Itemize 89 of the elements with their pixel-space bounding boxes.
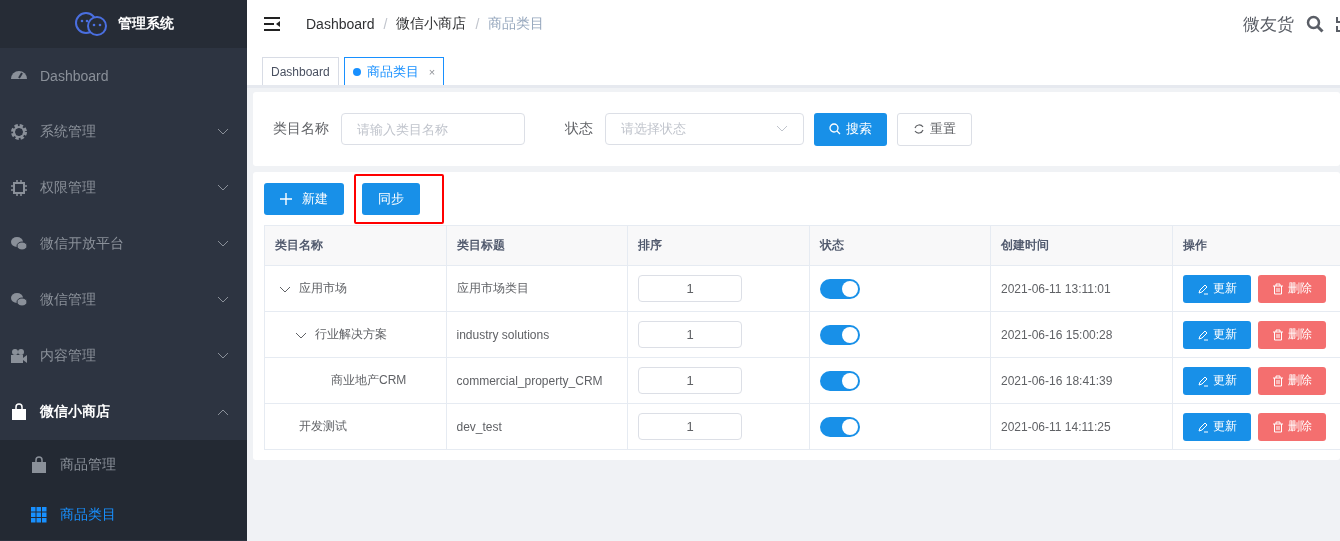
sync-button[interactable]: 同步 [362,182,420,215]
input-field[interactable]: 请输入类目名称 [341,113,525,145]
table-cell: dev_test [446,403,628,450]
toggle-switch[interactable] [819,278,860,299]
delete-button[interactable]: 删除 [1257,366,1326,395]
close-icon[interactable]: × [428,65,436,78]
column-header: 类目名称 [264,225,446,266]
toggle-switch[interactable] [819,416,860,437]
sidebar-item[interactable]: Dashboard [0,48,247,104]
column-header: 类目标题 [446,225,628,266]
chip-icon [10,179,28,197]
edit-button[interactable]: 更新 [1182,274,1251,303]
pencil-icon [1196,374,1209,387]
toggle-switch[interactable] [819,370,860,391]
refresh-icon [913,123,925,135]
tab[interactable]: Dashboard [262,57,339,85]
chevron-down-icon [217,296,229,304]
column-header: 状态 [809,225,991,266]
edit-button[interactable]: 更新 [1182,320,1251,349]
search-icon [1306,15,1324,33]
breadcrumb-link[interactable]: 微信小商店 [396,15,467,33]
chevron-down-icon [217,128,229,136]
submenu-item[interactable]: 商品类目 [0,490,247,540]
table-cell: 2021-06-11 14:11:25 [990,403,1172,450]
sort-input[interactable]: 1 [638,413,742,440]
new-button[interactable]: 新建 [264,182,344,215]
trash-icon [1271,374,1284,387]
reset-button[interactable]: 重置 [897,112,972,146]
menu-icon [263,17,281,31]
delete-button[interactable]: 删除 [1257,274,1326,303]
breadcrumb-link[interactable]: Dashboard [306,16,375,32]
column-header: 创建时间 [990,225,1172,266]
breadcrumb-separator: / [383,16,388,32]
table-cell: 应用市场类目 [446,265,628,312]
chevron-up-icon [217,408,229,416]
delete-button[interactable]: 删除 [1257,412,1326,441]
table-cell: 2021-06-16 15:00:28 [990,311,1172,358]
pencil-icon [1196,420,1209,433]
edit-button[interactable]: 更新 [1182,412,1251,441]
user-name[interactable]: 微友货 [1243,12,1294,36]
pencil-icon [1196,328,1209,341]
sidebar-item[interactable]: 系统管理 [0,104,247,160]
active-dot-icon [352,67,361,76]
toggle-switch[interactable] [819,324,860,345]
settings-icon [10,123,28,141]
table-cell: 2021-06-11 13:11:01 [990,265,1172,312]
sort-input[interactable]: 1 [638,367,742,394]
chevron-down-icon [776,125,788,133]
column-header: 排序 [627,225,809,266]
chevron-down-icon [217,240,229,248]
table-cell: commercial_property_CRM [446,357,628,404]
field-label: 类目名称 [273,120,329,138]
field-label: 状态 [565,120,593,138]
app-title: 管理系统 [117,15,174,33]
sidebar-item[interactable]: 微信开放平台 [0,216,247,272]
search-icon [829,123,841,135]
breadcrumb-separator: / [475,16,480,32]
sidebar-item[interactable]: 微信管理 [0,272,247,328]
table-cell: 应用市场 [299,280,347,297]
trash-icon [1271,328,1284,341]
grid-icon [30,506,48,524]
table-cell: 2021-06-16 18:41:39 [990,357,1172,404]
sidebar-item[interactable]: 内容管理 [0,328,247,384]
chevron-down-icon [217,352,229,360]
trash-icon [1271,420,1284,433]
shopping-bag-icon [30,456,48,474]
delete-button[interactable]: 删除 [1257,320,1326,349]
sort-input[interactable]: 1 [638,275,742,302]
sidebar-item[interactable]: 微信小商店 [0,384,247,440]
table-cell: 开发测试 [299,418,347,435]
table-cell: 行业解决方案 [315,326,387,343]
pencil-icon [1196,282,1209,295]
chat-icon [10,291,28,309]
shopping-bag-icon [10,403,28,421]
chevron-down-icon [217,184,229,192]
trash-icon [1271,282,1284,295]
submenu-item[interactable]: 商品管理 [0,440,247,490]
plus-icon [280,192,292,205]
chat-icon [10,235,28,253]
sort-input[interactable]: 1 [638,321,742,348]
logo-icon [73,11,108,37]
table-cell: industry solutions [446,311,628,358]
sidebar-item[interactable]: 权限管理 [0,160,247,216]
table-cell: 商业地产CRM [331,372,407,389]
column-header: 操作 [1172,225,1340,266]
video-camera-icon [10,347,28,365]
edit-button[interactable]: 更新 [1182,366,1251,395]
search-button[interactable]: 搜索 [814,112,887,146]
tab[interactable]: 商品类目 × [343,57,445,85]
